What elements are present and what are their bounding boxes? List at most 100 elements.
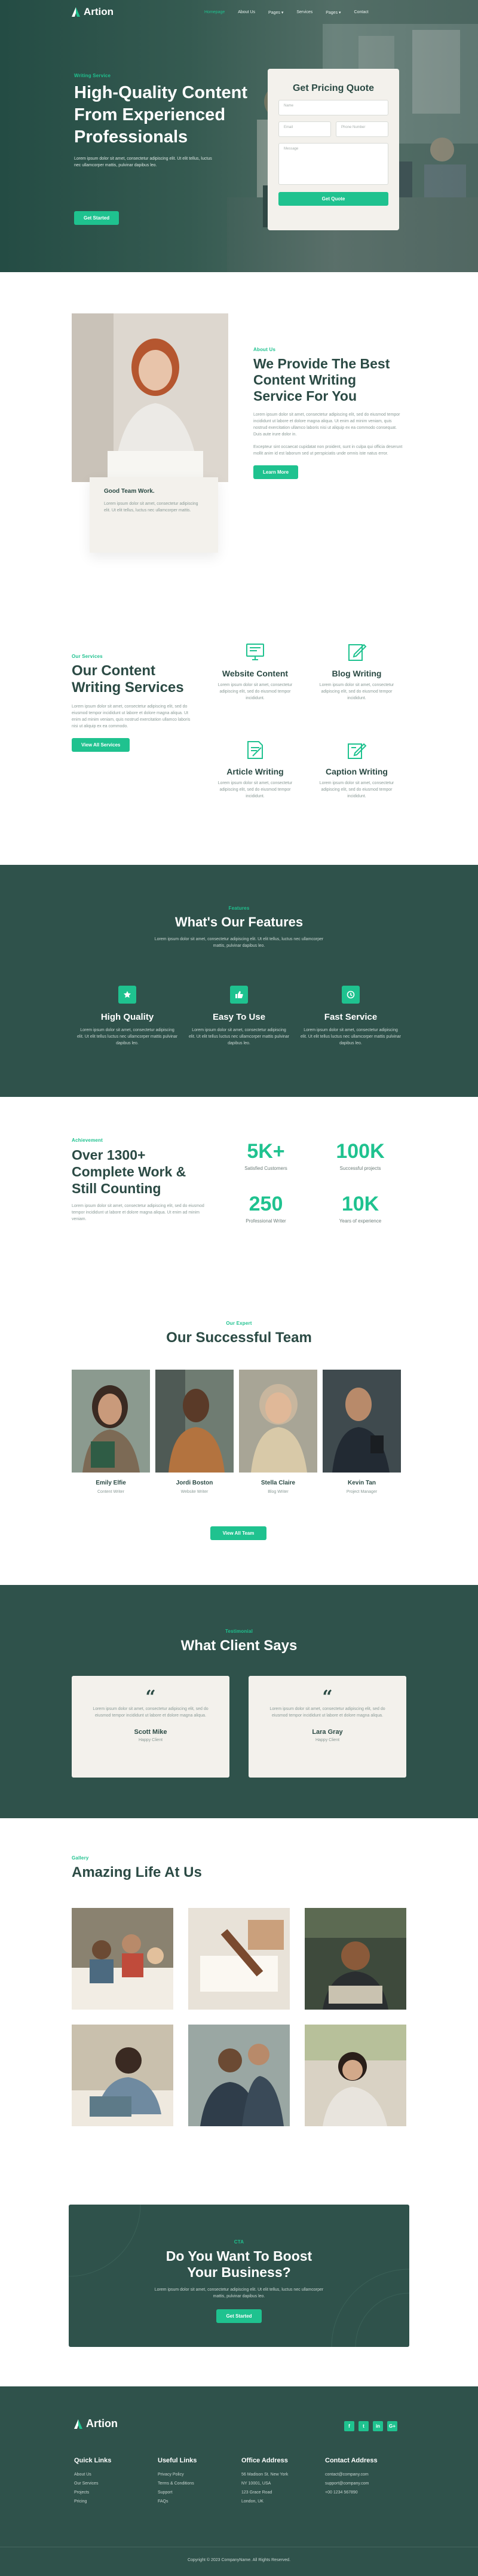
about-title: We Provide The Best Content Writing Serv…: [253, 356, 390, 404]
services-intro: Our Services Our Content Writing Service…: [72, 654, 191, 752]
view-all-team-button[interactable]: View All Team: [210, 1526, 266, 1540]
stat-writers: 250 Professional Writer: [221, 1193, 311, 1224]
contact-phone[interactable]: +00 1234 567890: [325, 2490, 397, 2495]
social-links: f t in G+: [344, 2421, 397, 2431]
footer-link[interactable]: Projects: [74, 2490, 146, 2495]
service-article-writing[interactable]: Article Writing Lorem ipsum dolor sit am…: [210, 739, 300, 800]
hero-text: Writing Service High-Quality Content Fro…: [74, 73, 253, 169]
cta-title: Do You Want To Boost Your Business?: [166, 2248, 312, 2280]
team-member[interactable]: Kevin Tan Project Manager: [323, 1370, 401, 1494]
member-role: Website Writer: [180, 1490, 209, 1494]
stat-label: Years of experience: [339, 1218, 382, 1224]
nav-item-services[interactable]: Services: [296, 10, 312, 15]
gallery-image[interactable]: [305, 1908, 406, 2010]
get-started-button[interactable]: Get Started: [74, 211, 120, 225]
testimonials-title: What Client Says: [180, 1638, 298, 1654]
gallery-image[interactable]: [188, 2025, 290, 2126]
footer-col-title: Office Address: [241, 2457, 288, 2464]
hero-subtitle: Lorem ipsum dolor sit amet, consectetur …: [74, 157, 212, 167]
gallery-image[interactable]: [305, 2025, 406, 2126]
pencil-note-icon: [346, 739, 367, 761]
team-member[interactable]: Emily Elfie Content Writer: [72, 1370, 150, 1494]
cta-content: CTA Do You Want To Boost Your Business? …: [69, 2205, 409, 2323]
gallery-image[interactable]: [72, 2025, 173, 2126]
stat-label: Successful projects: [339, 1166, 381, 1171]
nav-item-pages[interactable]: Pages ▾: [268, 10, 283, 15]
cta-get-started-button[interactable]: Get Started: [216, 2309, 262, 2323]
features-text: Lorem ipsum dolor sit amet, consectetur …: [154, 937, 324, 948]
member-role: Project Manager: [346, 1490, 378, 1494]
about-content: About Us We Provide The Best Content Wri…: [253, 347, 403, 479]
footer-logo[interactable]: Artion: [74, 2418, 118, 2430]
about-photo: [72, 313, 228, 482]
team-member[interactable]: Jordi Boston Website Writer: [155, 1370, 234, 1494]
google-plus-icon[interactable]: G+: [387, 2421, 397, 2431]
features-section: Features What's Our Features Lorem ipsum…: [0, 865, 478, 1097]
team-title: Our Successful Team: [166, 1330, 312, 1346]
message-field[interactable]: Message: [278, 143, 388, 185]
gallery-image[interactable]: [188, 1908, 290, 2010]
twitter-icon[interactable]: t: [358, 2421, 369, 2431]
nav-item-homepage[interactable]: Homepage: [204, 10, 225, 15]
stat-customers: 5K+ Satisfied Customers: [221, 1140, 311, 1171]
feature-title: Easy To Use: [212, 1012, 266, 1022]
document-pen-icon: [244, 739, 266, 761]
footer-col-title: Quick Links: [74, 2457, 112, 2464]
email-field[interactable]: Email: [278, 121, 331, 137]
nav-item-contact[interactable]: Contact: [354, 10, 369, 15]
footer-useful-links: Useful Links Privacy Policy Terms & Cond…: [158, 2457, 229, 2508]
cta-kicker: CTA: [234, 2239, 244, 2245]
team-member[interactable]: Stella Claire Blog Writer: [239, 1370, 317, 1494]
testimonial-role: Happy Client: [138, 1738, 163, 1742]
view-all-services-button[interactable]: View All Services: [72, 738, 130, 752]
feature-title: Fast Service: [324, 1012, 378, 1022]
cta-section: CTA Do You Want To Boost Your Business? …: [69, 2205, 409, 2347]
footer-link[interactable]: Our Services: [74, 2482, 146, 2486]
hero-kicker: Writing Service: [74, 73, 111, 78]
feature-fast-service: Fast Service Lorem ipsum dolor sit amet,…: [300, 986, 402, 1047]
about-paragraph-2: Excepteur sint occaecat cupidatat non pr…: [253, 445, 403, 456]
brand-logo[interactable]: Artion: [72, 6, 114, 18]
cta-text: Lorem ipsum dolor sit amet, consectetur …: [154, 2288, 324, 2298]
stat-projects: 100K Successful projects: [315, 1140, 405, 1171]
member-photo: [155, 1370, 234, 1473]
contact-email[interactable]: contact@company.com: [325, 2473, 397, 2477]
about-card: Good Team Work. Lorem ipsum dolor sit am…: [90, 477, 218, 553]
footer-link[interactable]: Support: [158, 2490, 229, 2495]
nav-item-about[interactable]: About Us: [238, 10, 255, 15]
service-caption-writing[interactable]: Caption Writing Lorem ipsum dolor sit am…: [312, 739, 402, 800]
phone-field[interactable]: Phone Number: [336, 121, 388, 137]
stat-number: 10K: [341, 1193, 379, 1215]
footer-link[interactable]: FAQs: [158, 2499, 229, 2504]
footer-link[interactable]: Pricing: [74, 2499, 146, 2504]
member-photo: [239, 1370, 317, 1473]
footer-quick-links: Quick Links About Us Our Services Projec…: [74, 2457, 146, 2508]
service-blog-writing[interactable]: Blog Writing Lorem ipsum dolor sit amet,…: [312, 641, 402, 702]
main-menu: Homepage About Us Pages ▾ Services Pages…: [204, 10, 369, 15]
member-name: Kevin Tan: [347, 1480, 376, 1486]
address-line: 123 Grace Road: [241, 2490, 272, 2495]
service-website-content[interactable]: Website Content Lorem ipsum dolor sit am…: [210, 641, 300, 702]
stat-label: Satisfied Customers: [244, 1166, 287, 1171]
linkedin-icon[interactable]: in: [373, 2421, 383, 2431]
footer-link[interactable]: Privacy Policy: [158, 2473, 229, 2477]
services-text: Lorem ipsum dolor sit amet, consectetur …: [72, 705, 191, 728]
gallery-image[interactable]: [72, 1908, 173, 2010]
thumbs-up-icon: [230, 986, 248, 1004]
get-quote-button[interactable]: Get Quote: [278, 192, 388, 206]
member-photo: [323, 1370, 401, 1473]
footer-link[interactable]: Terms & Conditions: [158, 2482, 229, 2486]
testimonials-header: Testimonial What Client Says: [0, 1629, 478, 1654]
footer-link[interactable]: About Us: [74, 2473, 146, 2477]
support-email[interactable]: support@company.com: [325, 2482, 397, 2486]
name-field[interactable]: Name: [278, 100, 388, 115]
nav-item-label: Pages: [326, 11, 338, 15]
testimonial-name: Lara Gray: [312, 1728, 343, 1736]
footer-office-address: Office Address 56 Madison St. New York N…: [241, 2457, 313, 2508]
member-name: Emily Elfie: [96, 1480, 126, 1486]
service-text: Lorem ipsum dolor sit amet, consectetur …: [217, 683, 293, 700]
learn-more-button[interactable]: Learn More: [253, 465, 299, 479]
nav-item-pages-2[interactable]: Pages ▾: [326, 10, 341, 15]
member-role: Blog Writer: [268, 1490, 289, 1494]
facebook-icon[interactable]: f: [344, 2421, 354, 2431]
